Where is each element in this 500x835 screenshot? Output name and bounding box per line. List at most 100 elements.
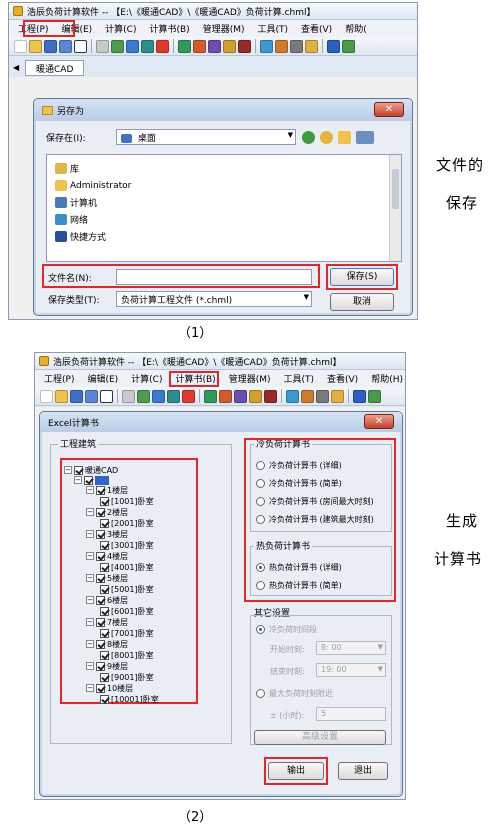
back-icon[interactable] (302, 131, 315, 144)
collapse-icon[interactable]: − (86, 486, 94, 494)
doc-tab[interactable]: 暖通CAD (25, 60, 85, 76)
collapse-icon[interactable]: − (86, 618, 94, 626)
checkbox[interactable] (96, 595, 105, 605)
collapse-icon[interactable]: − (86, 574, 94, 582)
tool-icon-10[interactable] (260, 39, 273, 53)
checkbox[interactable] (100, 672, 109, 682)
tool-icon-8[interactable] (223, 39, 236, 53)
cooling-option-room-max[interactable]: 冷负荷计算书 (房间最大时刻) (256, 496, 374, 507)
end-time-select[interactable]: 19: 00 ▼ (316, 663, 386, 677)
menu-view[interactable]: 查看(V) (296, 21, 337, 36)
list-item[interactable]: Administrator (47, 177, 401, 194)
filetype-select[interactable]: 负荷计算工程文件 (*.chml) ▼ (116, 291, 312, 307)
heating-option-detail[interactable]: 热负荷计算书 (详细) (256, 562, 342, 573)
tool-icon-14[interactable] (327, 39, 340, 53)
cooling-period-option[interactable]: 冷负荷时间段 (256, 624, 317, 635)
menu-manager[interactable]: 管理器(M) (198, 21, 250, 36)
menu-project[interactable]: 工程(P) (39, 371, 79, 386)
collapse-icon[interactable]: − (86, 530, 94, 538)
menu-edit[interactable]: 编辑(E) (82, 371, 123, 386)
tool-icon-1[interactable] (122, 389, 135, 403)
collapse-icon[interactable]: − (86, 684, 94, 692)
list-item[interactable]: 库 (47, 160, 401, 177)
list-item[interactable]: 计算机 (47, 194, 401, 211)
tool-icon-11[interactable] (301, 389, 314, 403)
tool-icon-13[interactable] (331, 389, 344, 403)
scrollbar-thumb[interactable] (392, 169, 399, 209)
tool-icon-6[interactable] (193, 39, 206, 53)
list-scrollbar[interactable] (389, 155, 401, 261)
tool-icon-5[interactable] (204, 389, 217, 403)
collapse-icon[interactable]: − (86, 640, 94, 648)
save-all-icon[interactable] (85, 389, 98, 403)
checkbox[interactable] (96, 529, 105, 539)
checkbox[interactable] (96, 551, 105, 561)
collapse-icon[interactable]: − (74, 476, 82, 484)
open-icon[interactable] (29, 39, 42, 53)
cancel-button[interactable]: 取消 (330, 293, 394, 311)
list-item[interactable]: 快捷方式 (47, 228, 401, 245)
menu-help[interactable]: 帮助( (340, 21, 372, 36)
menu-tools[interactable]: 工具(T) (252, 21, 293, 36)
radio[interactable] (256, 515, 265, 524)
checkbox[interactable] (96, 507, 105, 517)
checkbox[interactable] (96, 661, 105, 671)
tool-icon-7[interactable] (234, 389, 247, 403)
tree-room-node[interactable]: [10001]卧室 (100, 693, 159, 705)
checkbox[interactable] (100, 562, 109, 572)
menu-help[interactable]: 帮助(H) (366, 371, 405, 386)
tool-icon-15[interactable] (368, 389, 381, 403)
collapse-icon[interactable]: − (86, 596, 94, 604)
checkbox[interactable] (96, 573, 105, 583)
checkbox[interactable] (96, 683, 105, 693)
checkbox[interactable] (100, 606, 109, 616)
menu-project[interactable]: 工程(P) (13, 21, 53, 36)
up-folder-icon[interactable] (320, 131, 333, 144)
tool-icon-4[interactable] (167, 389, 180, 403)
menu-calc[interactable]: 计算(C) (126, 371, 167, 386)
checkbox[interactable] (100, 650, 109, 660)
tool-icon-14[interactable] (353, 389, 366, 403)
list-item[interactable]: 网络 (47, 211, 401, 228)
radio[interactable] (256, 497, 265, 506)
delete-icon[interactable] (74, 39, 87, 53)
save-button[interactable]: 保存(S) (330, 268, 394, 286)
tool-icon-9[interactable] (264, 389, 277, 403)
tool-icon-4[interactable] (141, 39, 154, 53)
collapse-icon[interactable]: − (86, 662, 94, 670)
tool-icon-13[interactable] (305, 39, 318, 53)
tool-icon-12[interactable] (290, 39, 303, 53)
checkbox[interactable] (100, 496, 109, 506)
checkbox[interactable] (100, 540, 109, 550)
close-button[interactable]: ✕ (364, 414, 394, 429)
tool-icon-10[interactable] (286, 389, 299, 403)
collapse-icon[interactable]: − (86, 508, 94, 516)
new-icon[interactable] (14, 39, 27, 53)
tab-scroll-left-icon[interactable]: ◀ (13, 63, 19, 72)
tool-icon-3[interactable] (152, 389, 165, 403)
filename-input[interactable] (116, 269, 312, 285)
close-button[interactable]: ✕ (374, 102, 404, 117)
tool-icon-11[interactable] (275, 39, 288, 53)
radio[interactable] (256, 461, 265, 470)
close-red-icon[interactable] (182, 389, 195, 403)
new-folder-icon[interactable] (338, 131, 351, 144)
menu-report[interactable]: 计算书(B) (170, 371, 220, 386)
tool-icon-6[interactable] (219, 389, 232, 403)
tool-icon-5[interactable] (178, 39, 191, 53)
advanced-settings-button[interactable]: 高级设置 (254, 730, 386, 745)
tool-icon-7[interactable] (208, 39, 221, 53)
menu-calc[interactable]: 计算(C) (100, 21, 141, 36)
tool-icon-2[interactable] (111, 39, 124, 53)
menu-manager[interactable]: 管理器(M) (224, 371, 276, 386)
tool-icon-1[interactable] (96, 39, 109, 53)
exit-button[interactable]: 退出 (338, 762, 388, 780)
save-icon[interactable] (70, 389, 83, 403)
checkbox[interactable] (100, 694, 109, 704)
tool-icon-3[interactable] (126, 39, 139, 53)
cooling-option-detail[interactable]: 冷负荷计算书 (详细) (256, 460, 342, 471)
checkbox[interactable] (96, 639, 105, 649)
tool-icon-2[interactable] (137, 389, 150, 403)
radio[interactable] (256, 479, 265, 488)
close-red-icon[interactable] (156, 39, 169, 53)
